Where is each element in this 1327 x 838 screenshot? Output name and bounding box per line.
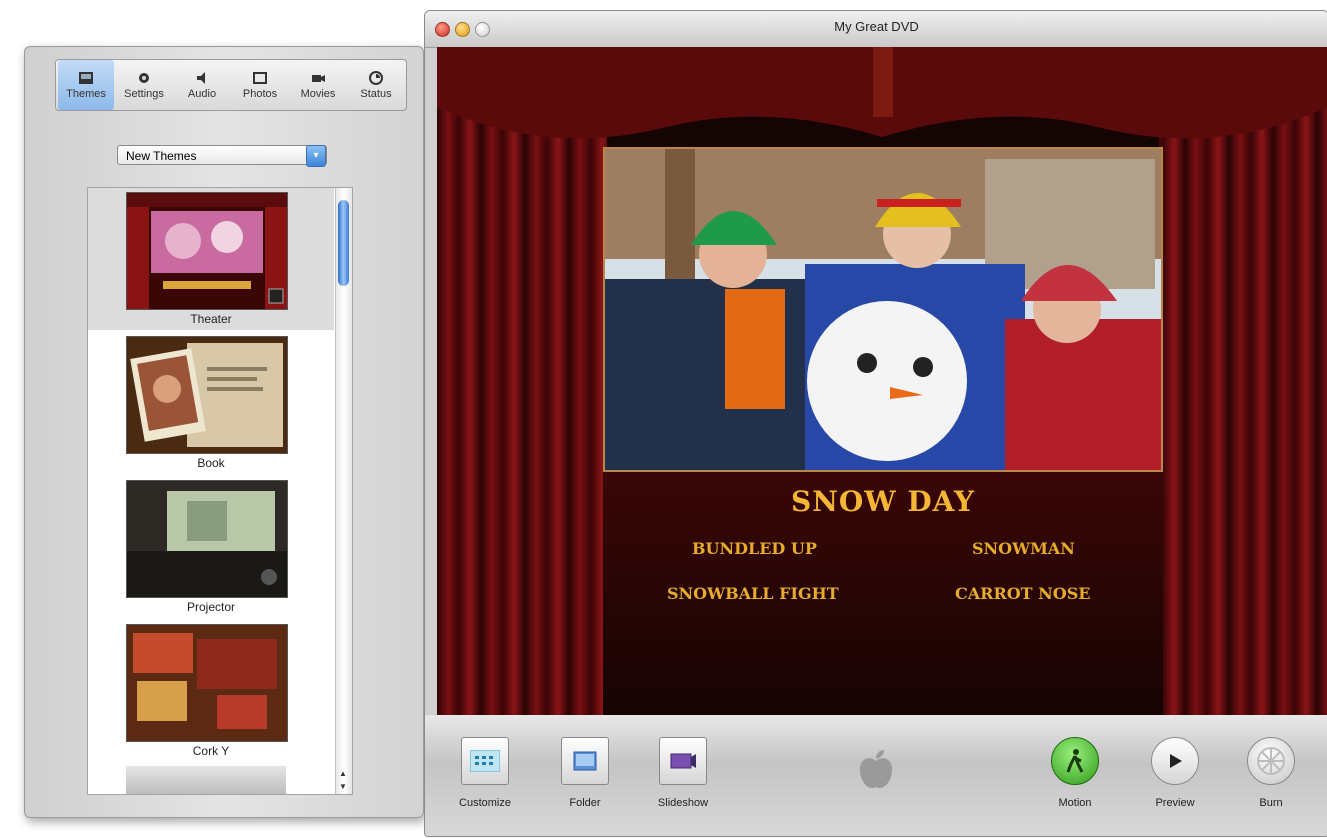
theme-set-popup[interactable]: New Themes ▾ xyxy=(117,145,327,167)
menu-photo xyxy=(603,147,1163,472)
folder-label: Folder xyxy=(569,797,601,809)
preview-label: Preview xyxy=(1155,797,1195,809)
preview-button[interactable]: Preview xyxy=(1135,737,1215,809)
theme-label: Book xyxy=(197,456,225,470)
theme-label: Theater xyxy=(190,312,232,326)
customize-icon xyxy=(461,737,509,785)
gear-icon xyxy=(139,72,149,83)
tab-photos-label: Photos xyxy=(242,87,278,100)
theme-thumbnail-theater xyxy=(126,192,288,310)
scroll-down-icon[interactable]: ▼ xyxy=(339,782,347,791)
burn-button[interactable]: Burn xyxy=(1231,737,1311,809)
theme-thumbnail-cork xyxy=(126,624,288,742)
play-icon xyxy=(1151,737,1199,785)
scroll-up-icon[interactable]: ▲ xyxy=(339,769,347,778)
theme-item-partial[interactable] xyxy=(126,766,286,794)
folder-button[interactable]: Folder xyxy=(545,737,625,809)
tab-status[interactable]: Status xyxy=(348,60,404,110)
menu-button-snowman[interactable]: SNOWMAN xyxy=(972,539,1075,558)
window-title: My Great DVD xyxy=(834,19,919,34)
dvd-menu-preview: SNOW DAY BUNDLED UP SNOWMAN SNOWBALL FIG… xyxy=(437,47,1327,715)
chevron-down-icon: ▾ xyxy=(306,145,326,167)
menu-button-snowball-fight[interactable]: SNOWBALL FIGHT xyxy=(667,584,839,603)
customize-label: Customize xyxy=(459,797,511,809)
motion-button[interactable]: Motion xyxy=(1035,737,1115,809)
theme-thumbnail-projector xyxy=(126,480,288,598)
tab-photos[interactable]: Photos xyxy=(232,60,288,110)
tab-settings[interactable]: Settings xyxy=(116,60,172,110)
speaker-icon xyxy=(197,71,205,84)
tab-settings-label: Settings xyxy=(124,87,164,100)
burn-label: Burn xyxy=(1259,797,1283,809)
tab-audio-label: Audio xyxy=(187,87,217,100)
menu-title: SNOW DAY xyxy=(791,485,975,518)
menu-button-bundled-up[interactable]: BUNDLED UP xyxy=(692,539,817,558)
slideshow-label: Slideshow xyxy=(657,797,709,809)
tab-audio[interactable]: Audio xyxy=(174,60,230,110)
theme-item-cork[interactable]: Cork Y xyxy=(88,620,334,762)
apple-logo-icon xyxy=(857,749,895,793)
slideshow-icon xyxy=(659,737,707,785)
tab-movies[interactable]: Movies xyxy=(290,60,346,110)
scrollbar-thumb[interactable] xyxy=(338,200,349,286)
menu-button-carrot-nose[interactable]: CARROT NOSE xyxy=(955,584,1090,603)
theme-label: Projector xyxy=(186,600,236,614)
theme-thumbnail-book xyxy=(126,336,288,454)
customize-button[interactable]: Customize xyxy=(445,737,525,809)
theme-item-projector[interactable]: Projector xyxy=(88,476,334,618)
motion-label: Motion xyxy=(1058,797,1092,809)
folder-icon xyxy=(561,737,609,785)
tab-status-label: Status xyxy=(360,87,392,100)
movies-icon xyxy=(312,74,325,82)
themes-icon xyxy=(79,71,93,84)
title-bar: My Great DVD xyxy=(425,11,1327,48)
drawer-tab-bar: Themes Settings Audio Photos Movies Stat… xyxy=(55,59,407,111)
motion-icon xyxy=(1051,737,1099,785)
status-icon xyxy=(369,70,383,85)
tab-themes[interactable]: Themes xyxy=(58,60,114,110)
main-window: My Great DVD SNOW DAY BUNDLED UP SNOWMAN… xyxy=(424,10,1327,837)
theme-label: Cork Y xyxy=(192,744,230,758)
theme-item-theater[interactable]: Theater xyxy=(88,188,334,330)
theme-item-book[interactable]: Book xyxy=(88,332,334,474)
themes-drawer: Themes Settings Audio Photos Movies Stat… xyxy=(24,46,424,818)
theme-list-scrollbar[interactable]: ▲ ▼ xyxy=(335,188,352,794)
tab-themes-label: Themes xyxy=(66,87,106,100)
slideshow-button[interactable]: Slideshow xyxy=(643,737,723,809)
tab-movies-label: Movies xyxy=(300,87,336,100)
photos-icon xyxy=(253,71,267,84)
theme-list: Theater Book Projector Cork Y ▲ ▼ xyxy=(87,187,353,795)
bottom-toolbar: Customize Folder Slideshow Motion Previe… xyxy=(425,715,1327,836)
burn-icon xyxy=(1247,737,1295,785)
theme-set-value: New Themes xyxy=(126,149,197,163)
